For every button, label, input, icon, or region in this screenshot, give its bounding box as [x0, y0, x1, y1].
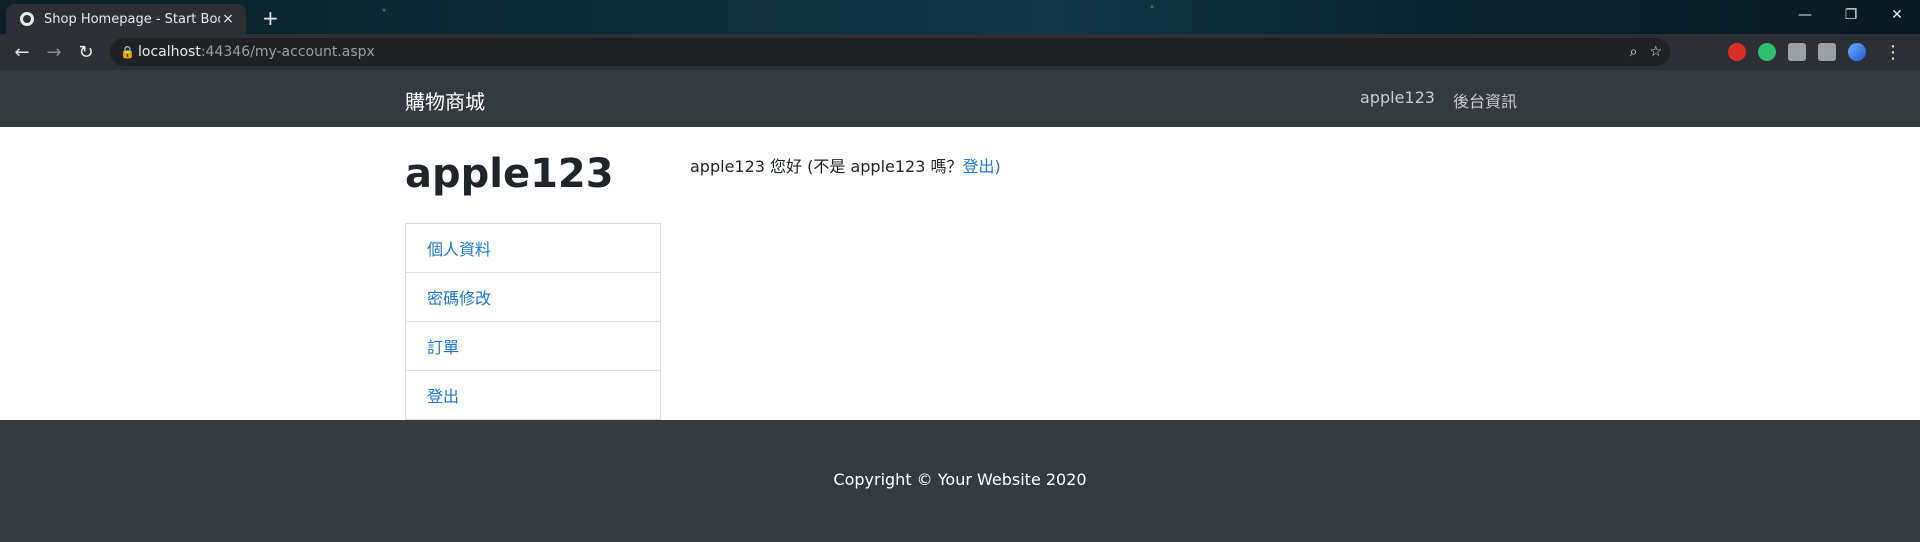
star-icon[interactable]: ☆: [1649, 44, 1662, 60]
profile-avatar[interactable]: [1848, 43, 1866, 61]
sidebar-item-logout[interactable]: 登出: [406, 371, 660, 420]
minimize-button[interactable]: —: [1782, 0, 1828, 30]
sidebar-item-password[interactable]: 密碼修改: [406, 273, 660, 322]
browser-tabstrip: Shop Homepage - Start Bootst × + — ❐ ✕: [0, 0, 1920, 34]
forward-icon[interactable]: →: [42, 40, 66, 64]
extension-icon[interactable]: [1758, 43, 1776, 61]
reload-icon[interactable]: ↻: [74, 40, 98, 64]
sidebar-item-profile[interactable]: 個人資料: [406, 224, 660, 273]
account-sidebar: 個人資料 密碼修改 訂單 登出: [405, 223, 661, 420]
sidebar-item-label: 訂單: [427, 338, 460, 357]
nav-link-admin[interactable]: 後台資訊: [1453, 88, 1517, 112]
brand[interactable]: 購物商城: [405, 86, 485, 115]
tab-title: Shop Homepage - Start Bootst: [44, 11, 220, 27]
new-tab-button[interactable]: +: [262, 6, 279, 30]
nav-link-account[interactable]: apple123: [1360, 88, 1435, 112]
extension-icon[interactable]: [1788, 43, 1806, 61]
sidebar-item-label: 登出: [427, 387, 460, 406]
main-content: apple123 個人資料 密碼修改 訂單 登出 apple123 您好 (不是…: [0, 127, 1920, 420]
sidebar-item-orders[interactable]: 訂單: [406, 322, 660, 371]
browser-tab[interactable]: Shop Homepage - Start Bootst ×: [6, 4, 246, 34]
menu-icon[interactable]: ⋮: [1884, 42, 1902, 63]
window-controls: — ❐ ✕: [1782, 0, 1920, 30]
copyright-text: Copyright © Your Website 2020: [833, 470, 1087, 489]
nav-links: apple123 後台資訊: [1360, 88, 1517, 112]
sidebar-item-label: 個人資料: [427, 240, 492, 259]
site-footer: Copyright © Your Website 2020: [0, 420, 1920, 542]
reading-list-icon[interactable]: [1818, 43, 1836, 61]
zoom-icon[interactable]: ⌕: [1630, 44, 1638, 60]
omnibox-actions: ⌕ ☆: [1630, 38, 1662, 66]
lock-icon: 🔒: [120, 45, 135, 59]
greeting: apple123 您好 (不是 apple123 嗎？登出): [690, 153, 1001, 177]
sidebar-item-label: 密碼修改: [427, 289, 492, 308]
address-bar[interactable]: 🔒 localhost :44346/my-account.aspx ⌕ ☆: [110, 38, 1670, 66]
extensions-area: ⋮: [1728, 40, 1902, 64]
browser-toolbar: ← → ↻ 🔒 localhost :44346/my-account.aspx…: [0, 34, 1920, 70]
site-navbar: 購物商城 apple123 後台資訊: [0, 70, 1920, 127]
back-icon[interactable]: ←: [10, 40, 34, 64]
page-title: apple123: [405, 151, 614, 197]
logout-link[interactable]: 登出): [962, 157, 1000, 176]
url-path: :44346/my-account.aspx: [200, 44, 375, 60]
globe-icon: [20, 12, 34, 26]
close-tab-icon[interactable]: ×: [220, 11, 236, 27]
close-window-button[interactable]: ✕: [1874, 0, 1920, 30]
extension-icon[interactable]: [1728, 43, 1746, 61]
restore-button[interactable]: ❐: [1828, 0, 1874, 30]
url-host: localhost: [138, 44, 201, 60]
greeting-text: apple123 您好 (不是 apple123 嗎？: [690, 157, 963, 176]
